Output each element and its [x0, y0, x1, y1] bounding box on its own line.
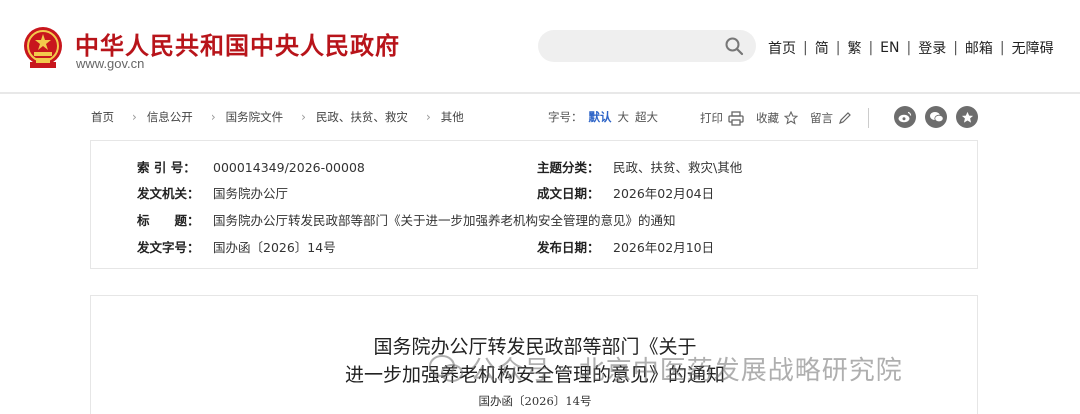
breadcrumb-state-council-docs[interactable]: 国务院文件 [226, 109, 284, 125]
font-size-selector: 字号： 默认 大 超大 [548, 109, 658, 125]
tools-divider [868, 108, 869, 128]
info-published-value: 2026年02月10日 [613, 240, 715, 255]
info-index-value: 000014349/2026-00008 [213, 160, 365, 175]
nav-separator: | [906, 40, 912, 56]
breadcrumb-home[interactable]: 首页 [91, 109, 114, 125]
weibo-icon[interactable] [894, 106, 916, 128]
info-published-row: 发布日期： 2026年02月10日 [537, 237, 714, 256]
favorite-button[interactable]: 收藏 [756, 110, 798, 126]
info-issuer-value: 国务院办公厅 [213, 186, 289, 201]
printer-icon [728, 110, 744, 126]
info-title-value: 国务院办公厅转发民政部等部门《关于进一步加强养老机构安全管理的意见》的通知 [213, 213, 676, 228]
font-size-default[interactable]: 默认 [589, 109, 612, 125]
article-body: 国务院办公厅转发民政部等部门《关于 进一步加强养老机构安全管理的意见》的通知 国… [90, 295, 978, 414]
nav-separator: | [868, 40, 874, 56]
comment-button[interactable]: 留言 [810, 110, 852, 126]
nav-home[interactable]: 首页 [768, 38, 802, 58]
breadcrumb: 首页 › 信息公开 › 国务院文件 › 民政、扶贫、救灾 › 其他 [91, 109, 464, 125]
info-category-label: 主题分类： [537, 160, 600, 175]
info-docno-value: 国办函〔2026〕14号 [213, 240, 336, 255]
nav-login[interactable]: 登录 [912, 38, 952, 58]
info-docno-label: 发文字号： [137, 240, 200, 255]
info-created-row: 成文日期： 2026年02月04日 [537, 183, 714, 202]
article-title-line-2: 进一步加强养老机构安全管理的意见》的通知 [344, 364, 725, 386]
print-label: 打印 [700, 111, 723, 125]
info-title-label: 标 题： [137, 213, 200, 228]
share-buttons [894, 106, 987, 128]
info-published-label: 发布日期： [537, 240, 600, 255]
pencil-icon [839, 112, 851, 124]
site-header: 中华人民共和国中央人民政府 www.gov.cn 首页 | 简 | 繁 | EN… [0, 0, 1080, 94]
comment-label: 留言 [810, 111, 833, 125]
breadcrumb-other[interactable]: 其他 [441, 109, 464, 125]
info-title-row: 标 题： 国务院办公厅转发民政部等部门《关于进一步加强养老机构安全管理的意见》的通… [137, 210, 676, 229]
chevron-right-icon: › [301, 110, 306, 124]
top-nav: 首页 | 简 | 繁 | EN | 登录 | 邮箱 | 无障碍 [768, 38, 1060, 58]
nav-traditional[interactable]: 繁 [841, 38, 867, 58]
chevron-right-icon: › [210, 110, 216, 124]
document-info-table: 索 引 号： 000014349/2026-00008 主题分类： 民政、扶贫、救灾… [90, 140, 978, 269]
info-issuer-row: 发文机关： 国务院办公厅 [137, 183, 288, 202]
info-created-label: 成文日期： [537, 186, 600, 201]
font-size-xlarge[interactable]: 超大 [635, 109, 658, 125]
breadcrumb-civil-affairs[interactable]: 民政、扶贫、救灾 [316, 109, 408, 125]
nav-separator: | [999, 40, 1005, 56]
info-issuer-label: 发文机关： [137, 186, 200, 201]
national-emblem-icon[interactable] [22, 26, 64, 70]
favorite-label: 收藏 [756, 111, 779, 125]
nav-separator: | [835, 40, 841, 56]
nav-mail[interactable]: 邮箱 [959, 38, 999, 58]
star-icon [784, 111, 798, 125]
wechat-icon[interactable] [925, 106, 947, 128]
nav-separator: | [953, 40, 958, 56]
info-index-label: 索 引 号： [137, 160, 196, 175]
page-tools: 打印 收藏 留言 [700, 108, 881, 128]
nav-english[interactable]: EN [874, 40, 905, 56]
article-doc-number: 国办函〔2026〕14号 [478, 394, 592, 408]
nav-simplified[interactable]: 简 [809, 38, 835, 58]
font-size-large[interactable]: 大 [618, 109, 630, 125]
article-title-line-1: 国务院办公厅转发民政部等部门《关于 [373, 336, 697, 358]
print-button[interactable]: 打印 [700, 110, 744, 126]
chevron-right-icon: › [425, 110, 431, 124]
site-url[interactable]: www.gov.cn [76, 56, 144, 71]
font-size-label: 字号： [548, 110, 583, 124]
info-created-value: 2026年02月04日 [613, 186, 715, 201]
search-icon[interactable] [724, 36, 744, 56]
breadcrumb-info-public[interactable]: 信息公开 [147, 109, 193, 125]
nav-separator: | [803, 40, 808, 56]
info-category-row: 主题分类： 民政、扶贫、救灾\其他 [537, 157, 742, 176]
search-input[interactable] [538, 30, 756, 62]
info-index-row: 索 引 号： 000014349/2026-00008 [137, 157, 365, 176]
info-category-value: 民政、扶贫、救灾\其他 [613, 160, 743, 175]
nav-accessibility[interactable]: 无障碍 [1006, 38, 1060, 58]
qzone-icon[interactable] [956, 106, 978, 128]
info-docno-row: 发文字号： 国办函〔2026〕14号 [137, 237, 336, 256]
chevron-right-icon: › [132, 110, 137, 124]
